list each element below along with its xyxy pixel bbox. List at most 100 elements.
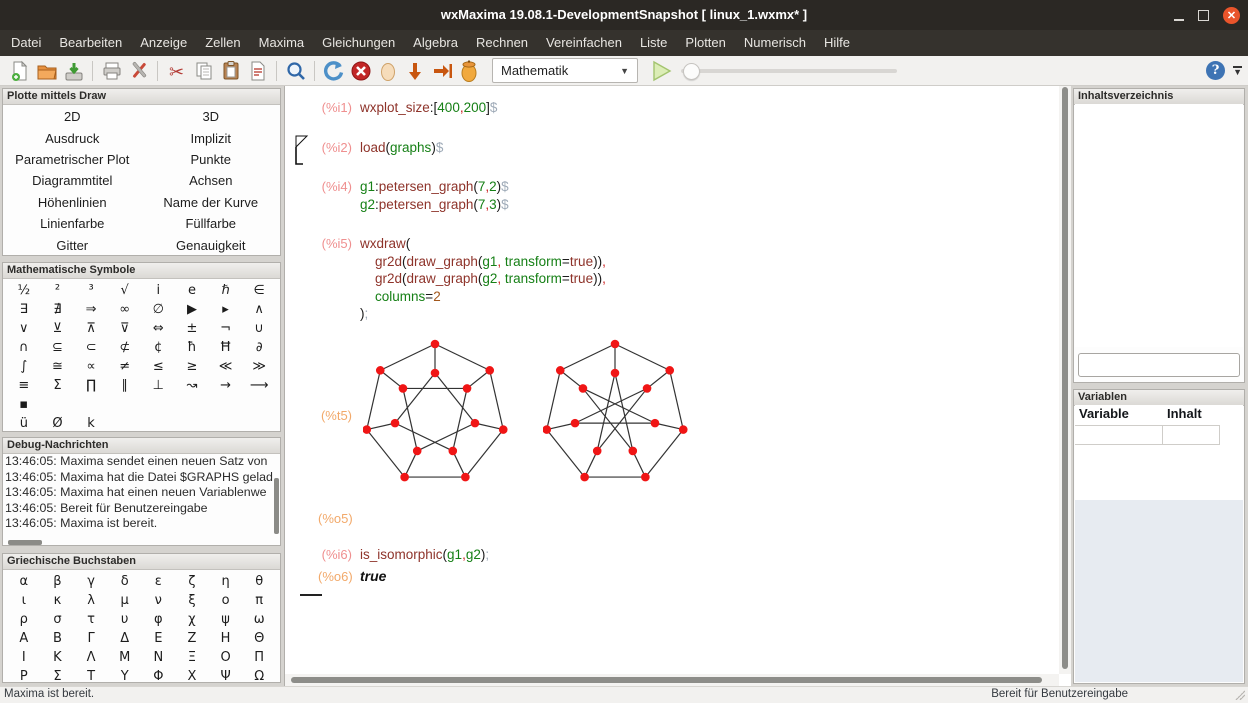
greek-letter-button[interactable]: υ [108, 610, 142, 629]
symbol-button[interactable]: ∞ [108, 300, 142, 319]
toc-list[interactable] [1075, 104, 1243, 347]
close-button[interactable]: ✕ [1223, 7, 1240, 24]
symbol-button[interactable]: ∨ [7, 319, 41, 338]
menu-algebra[interactable]: Algebra [404, 30, 467, 56]
greek-letter-button[interactable]: Η [209, 629, 243, 648]
menu-gleichungen[interactable]: Gleichungen [313, 30, 404, 56]
debug-vscrollbar[interactable] [274, 478, 279, 534]
symbol-button[interactable]: ∪ [242, 319, 276, 338]
greek-letter-button[interactable]: α [7, 572, 41, 591]
symbol-button[interactable]: ∝ [74, 357, 108, 376]
symbol-button[interactable]: ¢ [142, 338, 176, 357]
cell-code-i5[interactable]: wxdraw( gr2d(draw_graph(g1, transform=tr… [360, 235, 606, 323]
symbol-button[interactable]: ▸ [209, 300, 243, 319]
draw-button-achsen[interactable]: Achsen [142, 170, 281, 191]
greek-letter-button[interactable]: δ [108, 572, 142, 591]
symbol-button[interactable]: ¬ [209, 319, 243, 338]
greek-letter-button[interactable]: Ξ [175, 648, 209, 667]
greek-letter-button[interactable]: Θ [242, 629, 276, 648]
greek-letter-button[interactable]: ψ [209, 610, 243, 629]
restart-maxima-icon[interactable] [320, 58, 347, 84]
symbol-button[interactable]: ⊆ [41, 338, 75, 357]
greek-letter-button[interactable]: Υ [108, 667, 142, 686]
menu-vereinfachen[interactable]: Vereinfachen [537, 30, 631, 56]
greek-letter-button[interactable]: θ [242, 572, 276, 591]
worksheet-hscrollbar[interactable] [285, 674, 1059, 686]
greek-letter-button[interactable]: Ζ [175, 629, 209, 648]
greek-letter-button[interactable]: γ [74, 572, 108, 591]
symbol-button[interactable]: e [175, 281, 209, 300]
symbol-button[interactable]: ⊂ [74, 338, 108, 357]
draw-button-linienfarbe[interactable]: Linienfarbe [3, 213, 142, 234]
follow-icon[interactable] [401, 58, 428, 84]
draw-button-parametrischer-plot[interactable]: Parametrischer Plot [3, 149, 142, 170]
symbol-button[interactable]: Ħ [209, 338, 243, 357]
symbol-button[interactable]: i [142, 281, 176, 300]
symbol-button[interactable]: ≅ [41, 357, 75, 376]
find-icon[interactable] [282, 58, 309, 84]
draw-button-name-der-kurve[interactable]: Name der Kurve [142, 192, 281, 213]
symbol-button[interactable]: ü [7, 414, 41, 433]
greek-letter-button[interactable]: φ [142, 610, 176, 629]
greek-letter-button[interactable]: Β [41, 629, 75, 648]
worksheet[interactable]: (%i1)wxplot_size:[400,200]$(%i2)load(gra… [285, 86, 1059, 674]
greek-letter-button[interactable]: β [41, 572, 75, 591]
symbol-button[interactable]: ≤ [142, 357, 176, 376]
greek-letter-button[interactable]: π [242, 591, 276, 610]
greek-letter-button[interactable]: σ [41, 610, 75, 629]
preferences-icon[interactable] [125, 58, 152, 84]
draw-button-füllfarbe[interactable]: Füllfarbe [142, 213, 281, 234]
interrupt-icon[interactable] [347, 58, 374, 84]
menu-maxima[interactable]: Maxima [250, 30, 314, 56]
debug-hscrollbar[interactable] [8, 540, 42, 545]
symbol-button[interactable]: Ø [41, 414, 75, 433]
symbol-button[interactable]: ⇔ [142, 319, 176, 338]
symbol-button[interactable]: ∫ [7, 357, 41, 376]
cell-bracket[interactable] [295, 135, 309, 170]
symbol-button[interactable]: ℏ [209, 281, 243, 300]
symbol-button[interactable]: ½ [7, 281, 41, 300]
animation-play-button[interactable] [648, 58, 675, 84]
symbol-button[interactable]: ≡ [7, 376, 41, 395]
copy-icon[interactable] [190, 58, 217, 84]
menu-rechnen[interactable]: Rechnen [467, 30, 537, 56]
menu-hilfe[interactable]: Hilfe [815, 30, 859, 56]
worksheet-cursor[interactable] [300, 594, 322, 596]
select-text-icon[interactable] [244, 58, 271, 84]
greek-letter-button[interactable]: ξ [175, 591, 209, 610]
symbol-button[interactable]: ⊽ [108, 319, 142, 338]
symbol-button[interactable]: ↝ [175, 376, 209, 395]
symbol-button[interactable]: ≠ [108, 357, 142, 376]
symbol-button[interactable]: ∂ [242, 338, 276, 357]
symbol-button[interactable]: ∩ [7, 338, 41, 357]
greek-letter-button[interactable]: μ [108, 591, 142, 610]
cell-code-i4[interactable]: g1:petersen_graph(7,2)$g2:petersen_graph… [360, 178, 509, 213]
symbol-button[interactable]: ∏ [74, 376, 108, 395]
toc-filter-input[interactable] [1078, 353, 1240, 377]
open-file-icon[interactable] [33, 58, 60, 84]
greek-letter-button[interactable]: χ [175, 610, 209, 629]
greek-letter-button[interactable]: ρ [7, 610, 41, 629]
greek-letter-button[interactable]: Ε [142, 629, 176, 648]
greek-letter-button[interactable]: ο [209, 591, 243, 610]
draw-button-diagrammtitel[interactable]: Diagrammtitel [3, 170, 142, 191]
draw-button-ausdruck[interactable]: Ausdruck [3, 128, 142, 149]
symbol-button[interactable]: ≪ [209, 357, 243, 376]
wxmaxima-logo-icon[interactable] [455, 58, 482, 84]
symbol-button[interactable]: ≫ [242, 357, 276, 376]
greek-letter-button[interactable]: Ν [142, 648, 176, 667]
symbol-button[interactable]: k [74, 414, 108, 433]
greek-letter-button[interactable]: Ο [209, 648, 243, 667]
menu-datei[interactable]: Datei [2, 30, 50, 56]
variables-cell[interactable] [1075, 425, 1163, 445]
maximize-button[interactable] [1198, 10, 1209, 21]
save-file-icon[interactable] [60, 58, 87, 84]
greek-letter-button[interactable]: ι [7, 591, 41, 610]
symbol-button[interactable]: ³ [74, 281, 108, 300]
greek-letter-button[interactable]: τ [74, 610, 108, 629]
variables-cell[interactable] [1163, 425, 1220, 445]
greek-letter-button[interactable]: Γ [74, 629, 108, 648]
symbol-button[interactable]: ħ [175, 338, 209, 357]
greek-letter-button[interactable]: Α [7, 629, 41, 648]
symbol-button[interactable]: ▶ [175, 300, 209, 319]
